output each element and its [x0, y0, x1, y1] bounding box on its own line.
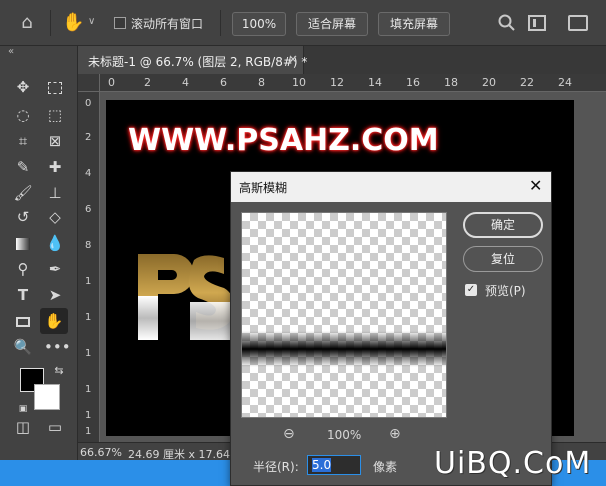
preview-label: 预览(P) [485, 284, 526, 298]
fit-screen-button[interactable]: 适合屏幕 [296, 12, 368, 36]
crop-icon[interactable]: ⌗ [12, 130, 34, 152]
share-icon[interactable] [568, 15, 588, 31]
zoom-out-icon[interactable]: ⊖ [283, 426, 295, 442]
scroll-all-checkbox[interactable] [114, 17, 126, 29]
document-tab-title: 未标题-1 @ 66.7% (图层 2, RGB/8#) * [88, 55, 308, 69]
eyedropper-icon[interactable]: ✎ [12, 156, 34, 178]
more-icon[interactable]: ••• [44, 336, 71, 358]
reset-button[interactable]: 复位 [463, 246, 543, 272]
preview-zoom-percent: 100% [327, 428, 362, 442]
ruler-tick: 4 [182, 76, 189, 89]
brush-icon[interactable]: 🖌 [12, 182, 34, 204]
watermark: UiBQ.CoM [434, 446, 592, 481]
healing-icon[interactable]: ✚ [44, 156, 66, 178]
ruler-tick: 2 [144, 76, 151, 89]
zoom-in-icon[interactable]: ⊕ [389, 426, 401, 442]
frame-icon[interactable]: ⊠ [44, 130, 66, 152]
background-color-swatch[interactable] [34, 384, 60, 410]
ruler-tick: 16 [406, 76, 420, 89]
ruler-tick: 0 [108, 76, 115, 89]
tools-panel: « ✥ ◌ ⬚ ⌗ ⊠ ✎ ✚ 🖌 ⊥ ↺ ◇ 💧 ⚲ ✒ T ➤ ✋ 🔍 ••… [0, 46, 78, 460]
collapse-icon[interactable]: « [8, 46, 14, 57]
ruler-tick: 8 [258, 76, 265, 89]
status-zoom: 66.67% [80, 446, 122, 459]
ruler-tick: 1 [85, 348, 92, 359]
marquee-icon[interactable] [44, 76, 66, 98]
workspace-icon[interactable] [528, 15, 546, 31]
ok-button[interactable]: 确定 [463, 212, 543, 238]
options-bar: ⌂ ✋ ∨ 滚动所有窗口 100% 适合屏幕 填充屏幕 [0, 0, 606, 46]
lasso-icon[interactable]: ◌ [12, 104, 34, 126]
radius-input[interactable]: 5.0 [307, 455, 361, 475]
ruler-tick: 0 [85, 98, 92, 109]
ruler-tick: 22 [520, 76, 534, 89]
dialog-title: 高斯模糊 [239, 181, 288, 195]
divider [220, 10, 221, 36]
swap-colors-icon[interactable]: ⇆ [48, 360, 70, 382]
rectangle-icon[interactable] [12, 310, 34, 332]
preview-checkbox[interactable]: ✓ [465, 284, 477, 296]
hand-icon[interactable]: ✋ [62, 12, 84, 34]
close-icon[interactable]: × [288, 52, 298, 66]
hand-tool-icon[interactable]: ✋ [40, 308, 68, 334]
radius-value: 5.0 [312, 458, 332, 472]
dodge-icon[interactable]: ⚲ [12, 258, 34, 280]
home-icon[interactable]: ⌂ [14, 12, 40, 34]
canvas-headline: WWW.PSAHZ.COM [128, 123, 439, 158]
ruler-tick: 20 [482, 76, 496, 89]
ruler-tick: 8 [85, 240, 92, 251]
ruler-tick: 10 [292, 76, 306, 89]
ruler-tick: 6 [220, 76, 227, 89]
document-tabs: 未标题-1 @ 66.7% (图层 2, RGB/8#) * × [78, 46, 606, 74]
canvas-letters-graphic [138, 254, 234, 340]
history-brush-icon[interactable]: ↺ [12, 206, 34, 228]
radius-label: 半径(R): [253, 460, 299, 474]
ruler-tick: 1 [85, 276, 92, 287]
ruler-tick: 12 [330, 76, 344, 89]
ruler-tick: 6 [85, 204, 92, 215]
filter-preview[interactable] [241, 212, 447, 418]
ruler-tick: 1 [85, 312, 92, 323]
chevron-down-icon[interactable]: ∨ [88, 16, 95, 27]
search-icon[interactable] [498, 14, 518, 34]
ruler-tick: 1 [85, 384, 92, 395]
ruler-corner [78, 74, 100, 92]
document-tab[interactable]: 未标题-1 @ 66.7% (图层 2, RGB/8#) * × [78, 46, 308, 74]
move-icon[interactable]: ✥ [12, 76, 34, 98]
zoom-icon[interactable]: 🔍 [12, 336, 34, 358]
quick-mask-icon[interactable]: ◫ [12, 416, 34, 438]
ruler-tick: 14 [368, 76, 382, 89]
ruler-tick: 2 [85, 132, 92, 143]
gradient-icon[interactable] [12, 232, 34, 254]
eraser-icon[interactable]: ◇ [44, 206, 66, 228]
ruler-tick: 1 [85, 410, 92, 421]
gaussian-blur-dialog: 高斯模糊 ✕ 确定 复位 ✓ 预览(P) ⊖ 100% ⊕ 半径(R): 5.0… [230, 171, 552, 486]
ruler-tick: 4 [85, 168, 92, 179]
divider [50, 10, 51, 36]
type-icon[interactable]: T [12, 284, 34, 306]
zoom-100-button[interactable]: 100% [232, 12, 286, 36]
radius-unit: 像素 [373, 460, 398, 474]
close-icon[interactable]: ✕ [529, 176, 542, 195]
pen-icon[interactable]: ✒ [44, 258, 66, 280]
ruler-tick: 24 [558, 76, 572, 89]
fill-screen-button[interactable]: 填充屏幕 [378, 12, 450, 36]
screen-mode-icon[interactable]: ▭ [44, 416, 66, 438]
vertical-ruler: 0 2 4 6 8 1 1 1 1 1 1 [78, 92, 100, 442]
blur-icon[interactable]: 💧 [44, 232, 66, 254]
quick-select-icon[interactable]: ⬚ [44, 104, 66, 126]
horizontal-ruler: 0 2 4 6 8 10 12 14 16 18 20 22 24 [100, 74, 606, 92]
stamp-icon[interactable]: ⊥ [44, 182, 66, 204]
scroll-all-label: 滚动所有窗口 [131, 17, 204, 31]
path-select-icon[interactable]: ➤ [44, 284, 66, 306]
dialog-titlebar: 高斯模糊 ✕ [231, 172, 551, 202]
ruler-tick: 1 [85, 426, 92, 437]
ruler-tick: 18 [444, 76, 458, 89]
blur-preview-band [242, 331, 446, 367]
preview-zoom-controls: ⊖ 100% ⊕ [283, 426, 413, 446]
